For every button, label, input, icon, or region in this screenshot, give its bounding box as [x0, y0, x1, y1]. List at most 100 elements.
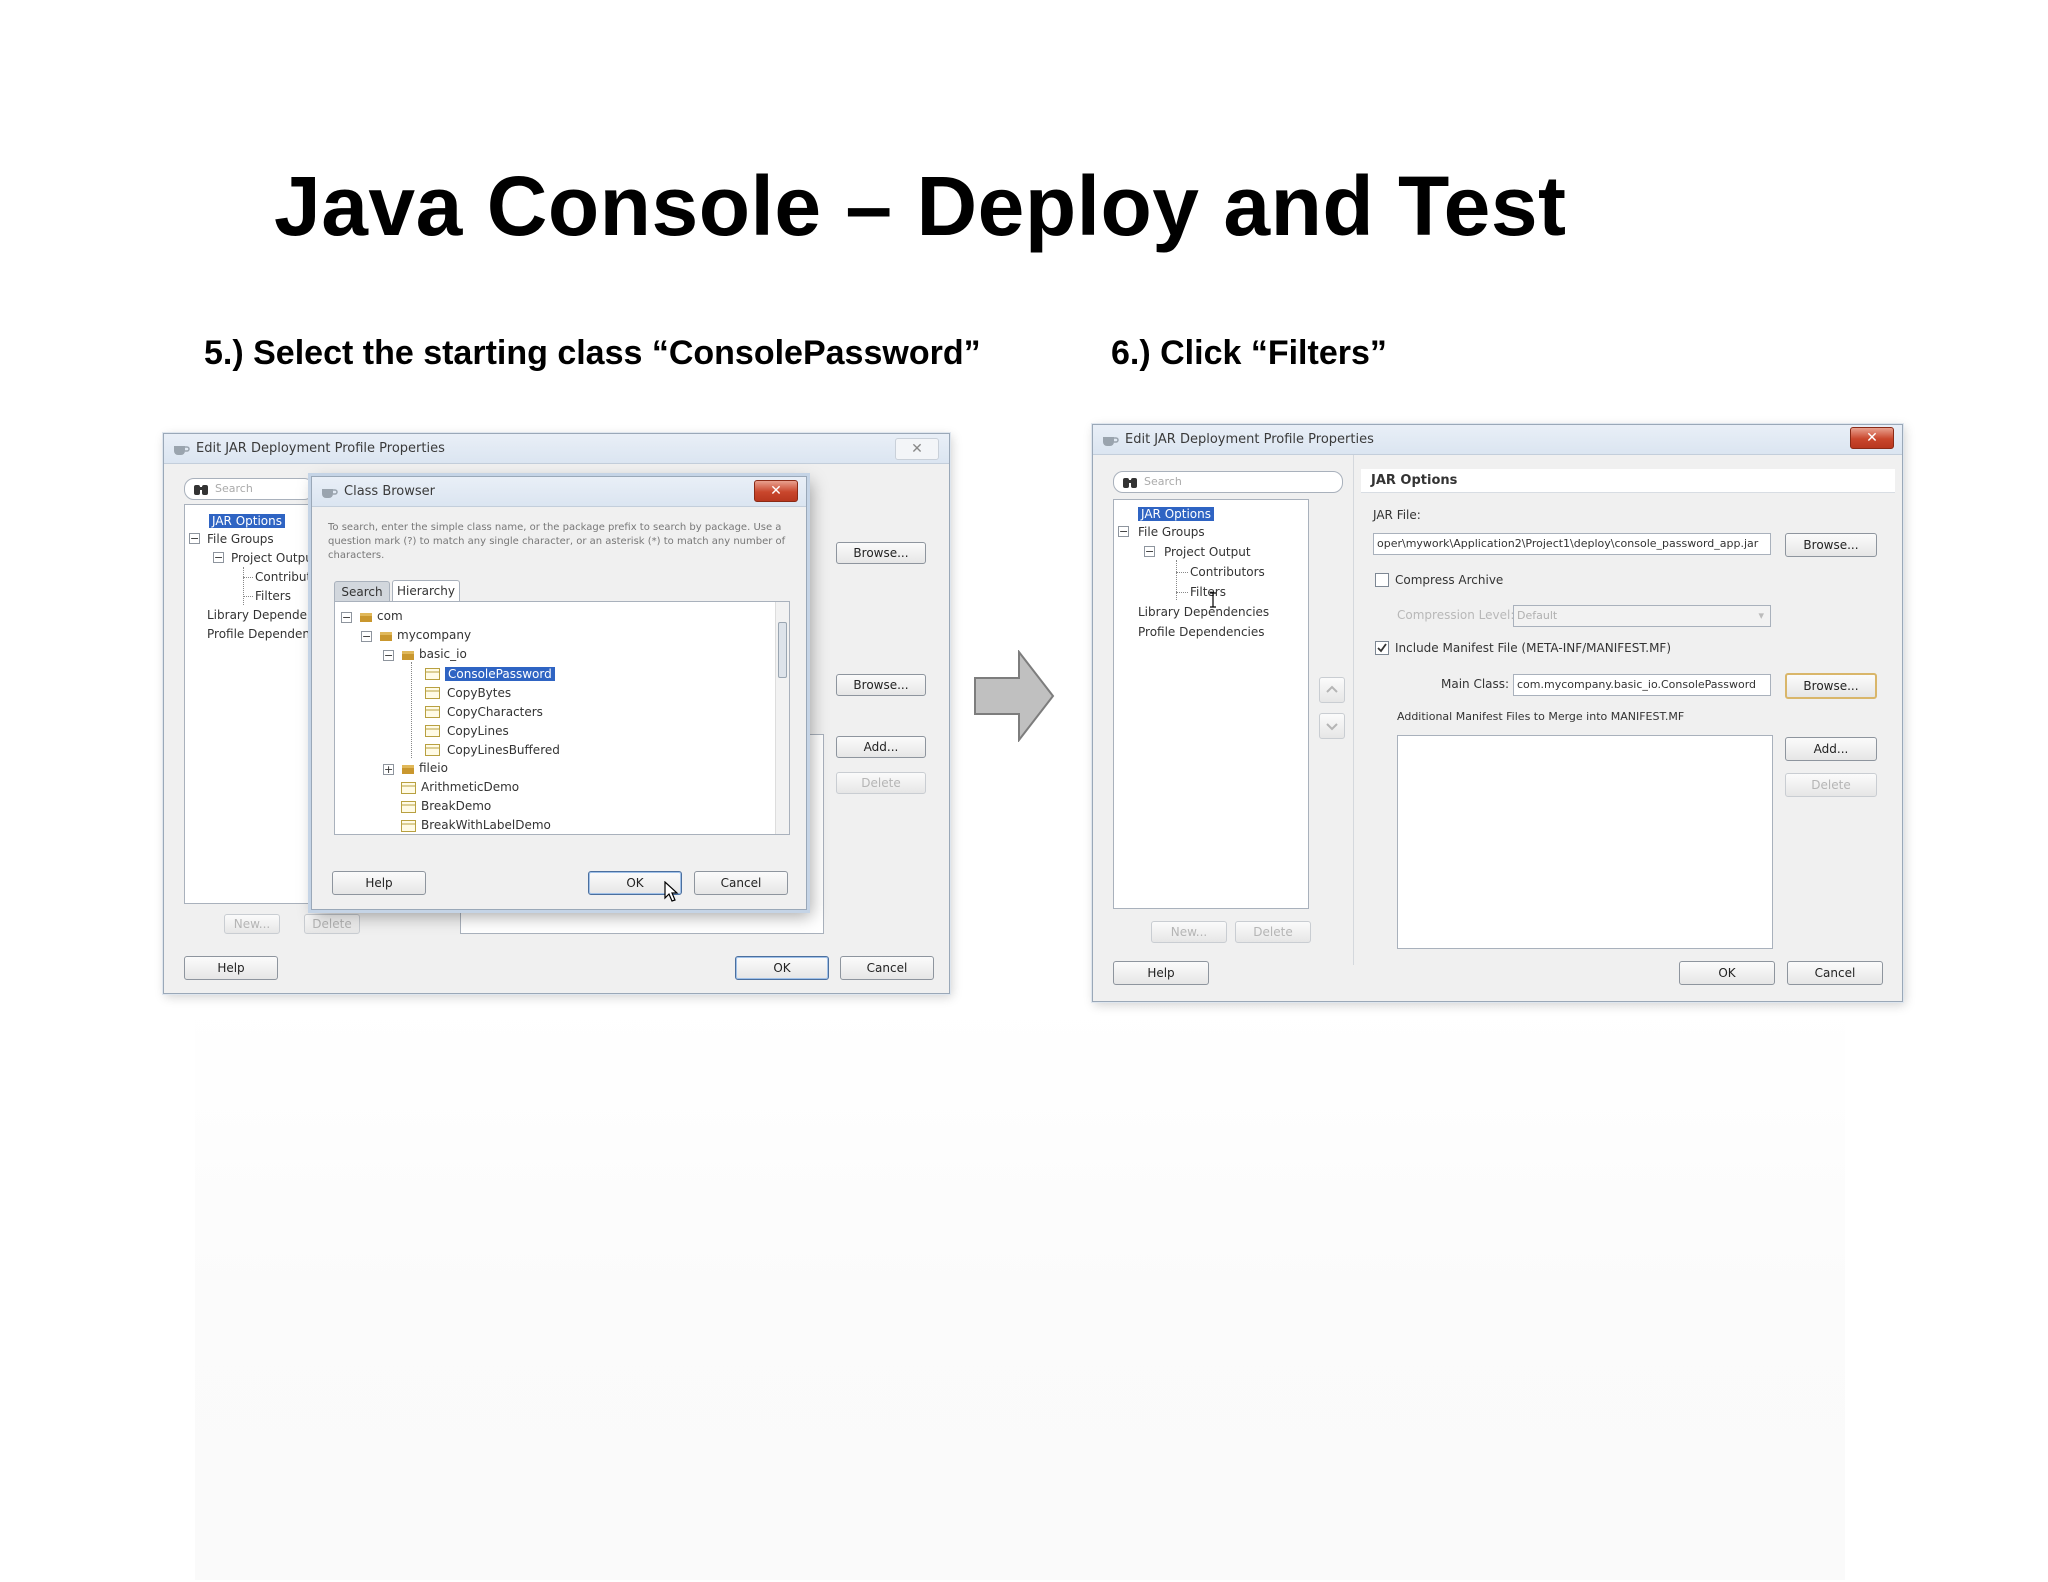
- close-button[interactable]: ✕: [895, 438, 939, 460]
- step-6-label: 6.) Click “Filters”: [1111, 334, 1387, 372]
- scrollbar-thumb[interactable]: [778, 622, 787, 678]
- vertical-scrollbar[interactable]: [775, 602, 789, 834]
- tree-item-contributors[interactable]: Contributors: [1190, 564, 1265, 580]
- tree-package-fileio[interactable]: fileio: [419, 760, 448, 776]
- delete-file-group-button[interactable]: Delete: [304, 914, 360, 934]
- slide-background: [195, 1000, 1845, 1580]
- coffee-cup-icon: [322, 489, 338, 498]
- package-icon: [360, 613, 372, 622]
- class-browser-instructions: To search, enter the simple class name, …: [328, 522, 786, 561]
- ok-button[interactable]: OK: [735, 956, 829, 980]
- cancel-button[interactable]: Cancel: [840, 956, 934, 980]
- window-title: Edit JAR Deployment Profile Properties: [196, 441, 445, 456]
- main-class-field[interactable]: com.mycompany.basic_io.ConsolePassword: [1513, 674, 1771, 696]
- search-input[interactable]: Search: [1113, 471, 1343, 493]
- tree-item-library-dependencies[interactable]: Library Dependenc: [207, 607, 321, 623]
- manifest-files-list: [1397, 735, 1773, 949]
- class-arithmeticdemo[interactable]: ArithmeticDemo: [421, 779, 519, 795]
- class-browser-title: Class Browser: [344, 484, 436, 499]
- jar-file-field[interactable]: oper\mywork\Application2\Project1\deploy…: [1373, 533, 1771, 555]
- tab-hierarchy[interactable]: Hierarchy: [392, 580, 460, 601]
- move-up-button[interactable]: [1319, 677, 1345, 703]
- cancel-button[interactable]: Cancel: [1787, 961, 1883, 985]
- add-manifest-button[interactable]: Add...: [836, 736, 926, 758]
- step-5-label: 5.) Select the starting class “ConsolePa…: [204, 334, 981, 372]
- binoculars-icon: [194, 485, 208, 495]
- search-input[interactable]: Search: [184, 478, 314, 500]
- class-copylinesbuffered[interactable]: CopyLinesBuffered: [447, 742, 560, 758]
- new-button[interactable]: New...: [224, 914, 280, 934]
- compression-level-label: Compression Level:: [1397, 608, 1515, 622]
- class-browser-titlebar: Class Browser: [312, 477, 806, 507]
- slide-title: Java Console – Deploy and Test: [274, 159, 1567, 253]
- browse-main-class-button[interactable]: Browse...: [1785, 673, 1877, 699]
- class-copylines[interactable]: CopyLines: [447, 723, 509, 739]
- tree-item-library-dependencies[interactable]: Library Dependencies: [1138, 604, 1269, 620]
- browse-main-class-button[interactable]: Browse...: [836, 674, 926, 696]
- tree-item-jar-options[interactable]: JAR Options: [209, 514, 285, 528]
- class-browser-close-button[interactable]: ✕: [754, 480, 798, 502]
- collapse-icon[interactable]: −: [383, 650, 394, 661]
- text-cursor-icon: [1210, 592, 1216, 608]
- include-manifest-label: Include Manifest File (META-INF/MANIFEST…: [1395, 641, 1672, 655]
- tree-item-file-groups[interactable]: File Groups: [207, 531, 274, 547]
- collapse-icon[interactable]: −: [1118, 526, 1129, 537]
- new-button[interactable]: New...: [1151, 921, 1227, 943]
- class-copybytes[interactable]: CopyBytes: [447, 685, 511, 701]
- compress-archive-checkbox[interactable]: [1375, 573, 1389, 587]
- class-consolepassword-selected[interactable]: ConsolePassword: [445, 667, 555, 681]
- class-copycharacters[interactable]: CopyCharacters: [447, 704, 543, 720]
- tree-item-file-groups[interactable]: File Groups: [1138, 524, 1205, 540]
- tree-item-project-output[interactable]: Project Output: [1164, 544, 1251, 560]
- edit-jar-dialog-right: Edit JAR Deployment Profile Properties ✕…: [1092, 424, 1903, 1002]
- tree-package-com[interactable]: com: [377, 608, 403, 624]
- class-breakwithlabeldemo[interactable]: BreakWithLabelDemo: [421, 817, 551, 833]
- browse-jar-button[interactable]: Browse...: [1785, 533, 1877, 557]
- close-button[interactable]: ✕: [1850, 427, 1894, 449]
- tree-item-contributors[interactable]: Contributo: [255, 569, 319, 585]
- help-button[interactable]: Help: [1113, 961, 1209, 985]
- next-step-arrow-icon: [974, 650, 1055, 742]
- ok-button[interactable]: OK: [1679, 961, 1775, 985]
- package-icon: [402, 765, 414, 774]
- mouse-pointer-icon: [664, 881, 679, 902]
- tree-item-jar-options[interactable]: JAR Options: [1138, 507, 1214, 521]
- class-breakdemo[interactable]: BreakDemo: [421, 798, 491, 814]
- chevron-down-icon: [1326, 723, 1338, 731]
- compress-archive-label: Compress Archive: [1395, 573, 1504, 587]
- tree-item-profile-dependencies[interactable]: Profile Dependenc: [207, 626, 317, 642]
- add-manifest-button[interactable]: Add...: [1785, 737, 1877, 761]
- help-button[interactable]: Help: [184, 956, 278, 980]
- class-browser-cancel-button[interactable]: Cancel: [694, 871, 788, 895]
- collapse-icon[interactable]: −: [361, 631, 372, 642]
- class-icon: [401, 782, 416, 794]
- tree-item-filters[interactable]: Filters: [255, 588, 291, 604]
- collapse-icon[interactable]: −: [213, 552, 224, 563]
- class-icon: [425, 687, 440, 699]
- navigation-tree: JAR Options − File Groups − Project Outp…: [1113, 499, 1309, 909]
- class-icon: [401, 801, 416, 813]
- main-class-label: Main Class:: [1441, 677, 1510, 691]
- jar-file-label: JAR File:: [1373, 508, 1421, 522]
- compression-level-select[interactable]: Default ▾: [1513, 605, 1771, 627]
- tree-package-basic-io[interactable]: basic_io: [419, 646, 467, 662]
- expand-icon[interactable]: +: [383, 764, 394, 775]
- tab-search[interactable]: Search: [334, 581, 390, 601]
- class-browser-help-button[interactable]: Help: [332, 871, 426, 895]
- collapse-icon[interactable]: −: [189, 533, 200, 544]
- collapse-icon[interactable]: −: [1144, 546, 1155, 557]
- browse-jar-button[interactable]: Browse...: [836, 542, 926, 564]
- binoculars-icon: [1123, 478, 1137, 488]
- section-title: JAR Options: [1361, 469, 1895, 493]
- collapse-icon[interactable]: −: [341, 612, 352, 623]
- include-manifest-checkbox[interactable]: [1375, 641, 1389, 655]
- tree-item-profile-dependencies[interactable]: Profile Dependencies: [1138, 624, 1265, 640]
- delete-manifest-button[interactable]: Delete: [1785, 773, 1877, 797]
- checkmark-icon: [1377, 643, 1387, 653]
- window-title: Edit JAR Deployment Profile Properties: [1125, 432, 1374, 447]
- tree-package-mycompany[interactable]: mycompany: [397, 627, 471, 643]
- delete-file-group-button[interactable]: Delete: [1235, 921, 1311, 943]
- tree-item-project-output[interactable]: Project Output: [231, 550, 318, 566]
- move-down-button[interactable]: [1319, 713, 1345, 739]
- delete-manifest-button[interactable]: Delete: [836, 772, 926, 794]
